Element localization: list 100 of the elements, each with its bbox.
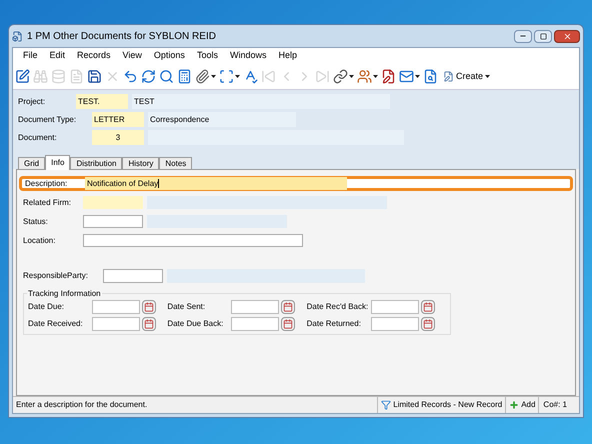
toolbar-button[interactable] [141,69,156,84]
date-input[interactable] [92,300,140,314]
field-label: Project: [18,96,46,108]
undo-icon [123,69,138,84]
document-edit-icon [381,69,396,84]
calendar-icon [283,302,294,312]
toolbar-button[interactable] [399,69,420,84]
maximize-icon [540,32,546,40]
first-record-icon [261,69,276,84]
toolbar-button[interactable] [333,69,354,84]
add-icon [509,400,520,410]
calendar-button[interactable] [281,317,296,331]
field-label: Date Rec'd Back: [306,301,369,313]
mail-icon [399,69,414,84]
tab[interactable]: History [122,157,160,169]
description-field: TEST [132,94,390,109]
scanner-icon [219,69,234,84]
menu-item[interactable]: View [122,49,142,63]
field-label: Date Received: [28,318,84,330]
new-document-icon [69,69,84,84]
calculator-icon [177,69,192,84]
create-button[interactable]: Create [443,70,490,84]
window-title: 1 PM Other Documents for SYBLON REID [27,30,216,44]
document-icon [443,71,454,82]
field-label: Location: [23,234,56,246]
menu-item[interactable]: Tools [196,49,218,63]
calendar-button[interactable] [281,300,296,314]
caret-icon [415,75,420,78]
menu-item[interactable]: Options [154,49,185,63]
text-input[interactable] [103,268,163,282]
calendar-icon [422,302,433,312]
date-input[interactable] [370,317,419,331]
refresh-icon [141,69,156,84]
field-label: Date Returned: [306,318,362,330]
date-input[interactable] [231,317,280,331]
lookup-input[interactable] [83,215,143,228]
status-message: Enter a description for the document. [15,399,148,411]
filter-icon [381,400,392,410]
database-icon [51,69,66,84]
toolbar-button[interactable] [381,69,396,84]
field-label: Document: [18,132,58,144]
date-input[interactable] [92,317,140,331]
date-input[interactable] [231,300,280,314]
minimize-button[interactable] [514,30,532,42]
caret-icon [485,75,490,78]
tab[interactable]: Notes [159,157,192,169]
caret-icon [373,75,378,78]
field-label: Date Due: [28,301,66,313]
menu-item[interactable]: File [23,49,38,63]
tab[interactable]: Grid [18,157,46,169]
add-status: Add [521,399,536,411]
calendar-button[interactable] [142,300,156,314]
company-status: Co#: 1 [538,397,571,413]
search-icon [159,69,174,84]
menu-item[interactable]: Edit [50,49,66,63]
toolbar-button[interactable] [219,69,240,84]
close-button[interactable] [554,30,580,42]
toolbar-button[interactable] [123,69,138,84]
menu-item[interactable]: Records [77,49,111,63]
toolbar-button[interactable] [177,69,192,84]
maximize-button[interactable] [534,30,552,42]
caret-icon [349,75,354,78]
link-icon [333,69,348,84]
menu-item[interactable]: Windows [230,49,266,63]
caret-icon [235,75,240,78]
toolbar-button[interactable] [357,69,378,84]
lookup-input[interactable] [83,196,143,209]
last-record-icon [315,69,330,84]
calendar-button[interactable] [420,317,435,331]
code-field[interactable]: TEST. [76,94,128,109]
spellcheck-icon [243,69,258,84]
binoculars-icon [33,69,48,84]
calendar-icon [144,319,154,329]
toolbar-button[interactable] [15,69,30,84]
tab[interactable]: Distribution [70,157,122,169]
caret-icon [211,75,216,78]
tab[interactable]: Info [45,155,70,170]
field-label: Date Sent: [167,301,206,313]
code-field[interactable]: LETTER [92,112,144,127]
calendar-button[interactable] [420,300,435,314]
toolbar-button[interactable] [159,69,174,84]
code-field[interactable]: 3 [92,130,144,145]
field-label: Related Firm: [23,196,72,208]
date-input[interactable] [370,300,419,314]
people-icon [357,69,372,84]
toolbar-button[interactable] [195,69,216,84]
menu-item[interactable]: Help [278,49,297,63]
toolbar-button[interactable] [87,69,102,84]
toolbar-button[interactable] [243,69,258,84]
text-input[interactable] [83,234,303,247]
field-label: Status: [23,216,49,228]
calendar-icon [144,302,154,312]
save-icon [87,69,102,84]
app-icon [12,30,23,42]
toolbar-button[interactable] [423,69,438,84]
document-search-icon [423,69,438,84]
description-field: Correspondence [148,112,296,127]
calendar-button[interactable] [142,317,156,331]
group-title: Tracking Information [27,288,102,300]
field-label: ResponsibleParty: [23,270,89,282]
